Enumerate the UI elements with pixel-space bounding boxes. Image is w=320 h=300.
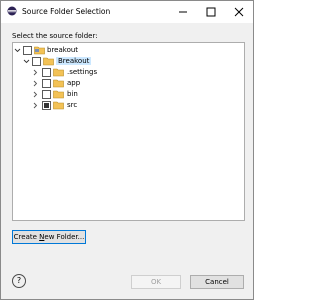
tree-item-breakout[interactable]: breakout — [13, 45, 244, 56]
checkbox-partial[interactable] — [42, 101, 51, 110]
tree-item-bin[interactable]: bin — [13, 89, 244, 100]
cancel-button[interactable]: Cancel — [190, 275, 244, 289]
minimize-icon[interactable] — [169, 1, 197, 23]
tree-item-label: .settings — [67, 68, 98, 76]
checkbox[interactable] — [32, 57, 41, 66]
folder-icon — [43, 57, 54, 66]
tree-item-settings[interactable]: .settings — [13, 67, 244, 78]
checkbox[interactable] — [23, 46, 32, 55]
chevron-right-icon[interactable] — [32, 89, 39, 100]
chevron-down-icon[interactable] — [23, 56, 30, 67]
tree-item-label: Breakout — [56, 57, 92, 65]
folder-icon — [53, 101, 64, 110]
tree-item-src[interactable]: src — [13, 100, 244, 111]
folder-tree[interactable]: breakout Breakout .settings app bin src — [12, 42, 245, 221]
tree-item-breakout-sub[interactable]: Breakout — [13, 56, 244, 67]
title-bar: Source Folder Selection — [1, 1, 253, 23]
project-folder-icon — [34, 46, 45, 55]
dialog-window: Source Folder Selection Select the sourc… — [0, 0, 254, 300]
tree-item-label: app — [67, 79, 81, 87]
chevron-right-icon[interactable] — [32, 100, 39, 111]
chevron-down-icon[interactable] — [14, 45, 21, 56]
folder-icon — [53, 68, 64, 77]
create-new-folder-button[interactable]: Create New Folder... — [12, 230, 86, 244]
chevron-right-icon[interactable] — [32, 67, 39, 78]
button-label-post: ew Folder... — [44, 233, 85, 241]
folder-icon — [53, 90, 64, 99]
tree-item-label: src — [67, 101, 78, 109]
close-icon[interactable] — [225, 1, 253, 23]
maximize-icon[interactable] — [197, 1, 225, 23]
eclipse-app-icon — [7, 6, 17, 16]
folder-icon — [53, 79, 64, 88]
tree-item-label: bin — [67, 90, 78, 98]
chevron-right-icon[interactable] — [32, 78, 39, 89]
tree-item-label: breakout — [47, 46, 79, 54]
tree-item-app[interactable]: app — [13, 78, 244, 89]
window-title: Source Folder Selection — [22, 7, 111, 16]
checkbox[interactable] — [42, 68, 51, 77]
ok-button[interactable]: OK — [131, 275, 181, 289]
help-icon[interactable]: ? — [12, 274, 26, 288]
checkbox[interactable] — [42, 90, 51, 99]
button-label-pre: Create — [13, 233, 40, 241]
instruction-label: Select the source folder: — [12, 32, 98, 40]
checkbox[interactable] — [42, 79, 51, 88]
